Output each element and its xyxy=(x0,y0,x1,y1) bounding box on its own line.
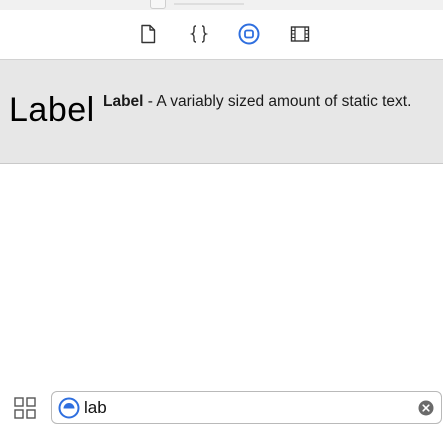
clear-circle-icon xyxy=(418,400,434,416)
file-icon xyxy=(139,24,157,49)
tab-object-library[interactable] xyxy=(237,23,261,50)
library-selector-toolbar xyxy=(0,10,443,60)
clear-filter-button[interactable] xyxy=(418,400,434,416)
object-filter-icon[interactable] xyxy=(58,397,80,419)
window-top-strip xyxy=(0,0,443,10)
filter-input[interactable] xyxy=(84,396,404,419)
grid-view-toggle-button[interactable] xyxy=(13,396,37,420)
library-filter-field xyxy=(51,391,442,424)
library-filter-bar xyxy=(0,383,443,432)
object-library-icon xyxy=(238,23,260,50)
tab-code-snippet-library[interactable] xyxy=(187,24,211,48)
library-item-preview: Label xyxy=(9,91,95,129)
partial-title-line xyxy=(174,3,244,5)
library-item-title: Label xyxy=(103,93,144,110)
library-item-description: Label - A variably sized amount of stati… xyxy=(103,92,433,111)
grid-view-icon xyxy=(13,397,37,424)
braces-icon xyxy=(189,24,209,49)
tab-file-library[interactable] xyxy=(136,24,160,48)
library-item-summary: - A variably sized amount of static text… xyxy=(143,93,412,110)
tab-media-library[interactable] xyxy=(288,24,312,48)
film-strip-icon xyxy=(290,25,310,48)
partial-tab-shape xyxy=(150,0,166,9)
library-item-label[interactable]: Label Label - A variably sized amount of… xyxy=(0,60,443,164)
